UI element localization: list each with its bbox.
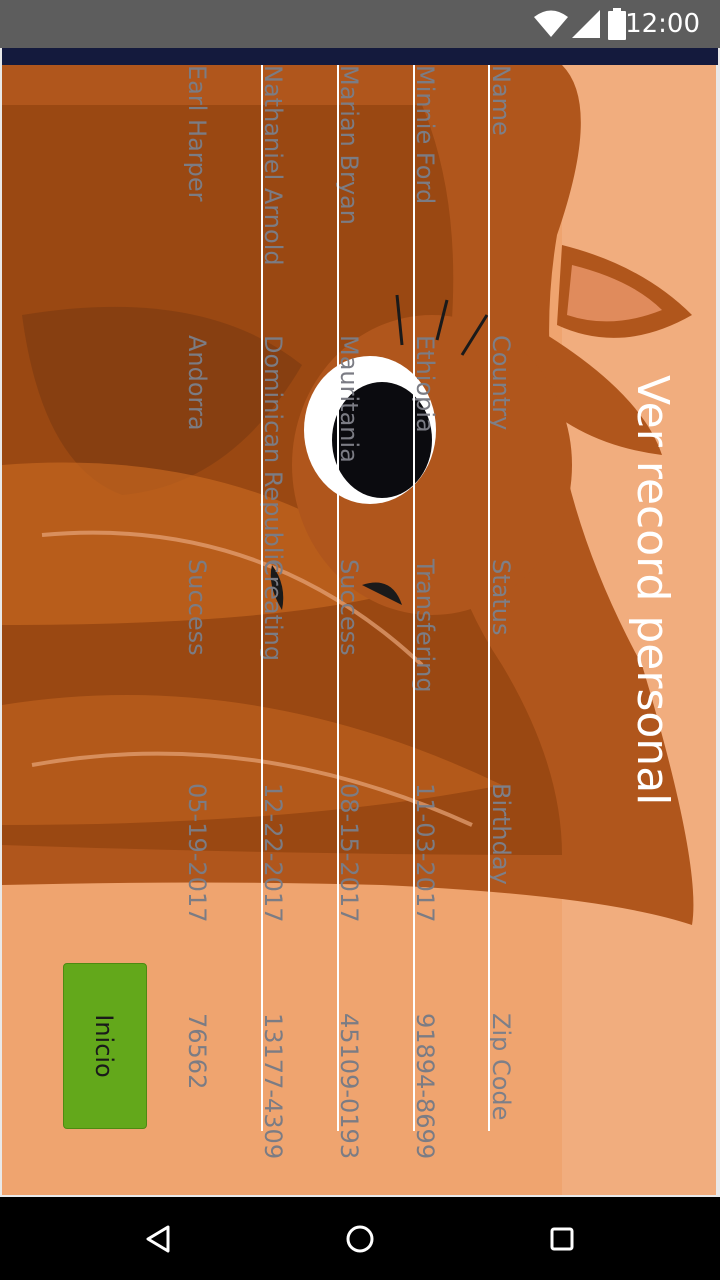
home-icon[interactable] — [340, 1219, 380, 1259]
status-time: 12:00 — [625, 9, 700, 39]
battery-icon — [608, 8, 626, 44]
navigation-bar — [0, 1197, 720, 1280]
cellular-signal-icon — [572, 10, 600, 42]
content-canvas: Ver record personal Name Country Status … — [2, 65, 716, 1195]
cell-birthday: 05-19-2017 — [183, 783, 211, 923]
table-divider — [261, 65, 263, 1131]
cell-country: Andorra — [183, 335, 211, 431]
cell-zip: 76562 — [183, 1013, 211, 1090]
header-strip — [2, 48, 718, 65]
table-row[interactable]: Earl Harper Andorra Success 05-19-2017 7… — [156, 65, 231, 1131]
table-divider — [337, 65, 339, 1131]
table-row[interactable]: Nathaniel Arnold Dominican Republic Crea… — [232, 65, 307, 1159]
inicio-button[interactable]: Inicio — [63, 963, 147, 1129]
cell-status: Success — [183, 559, 211, 656]
back-icon[interactable] — [138, 1219, 178, 1259]
table-divider — [413, 65, 415, 1131]
recents-icon[interactable] — [542, 1219, 582, 1259]
table-row[interactable]: Minnie Ford Ethiopia Transfering 11-03-2… — [384, 65, 459, 1159]
status-bar: 12:00 — [0, 0, 720, 48]
rotated-content: Ver record personal Name Country Status … — [2, 65, 716, 1195]
cell-name: Earl Harper — [183, 65, 211, 202]
app-area: Ver record personal Name Country Status … — [0, 48, 720, 1197]
table-row[interactable]: Marian Bryan Mauritania Success 08-15-20… — [308, 65, 383, 1159]
table-header-row: Name Country Status Birthday Zip Code — [460, 65, 535, 1131]
wifi-icon — [534, 10, 568, 42]
table-divider — [488, 65, 490, 1131]
